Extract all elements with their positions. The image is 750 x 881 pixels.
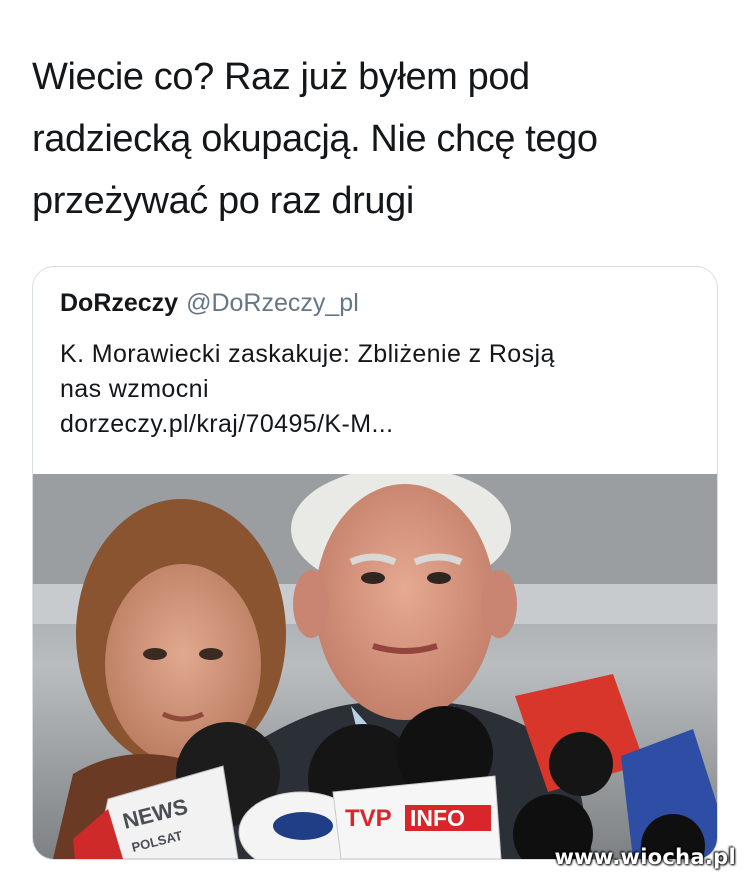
quoted-headline-line: nas wzmocni (60, 375, 209, 403)
tweet-text-line: przeżywać po raz drugi (32, 180, 414, 222)
quoted-author-handle[interactable]: @DoRzeczy_pl (186, 289, 359, 317)
site-watermark: www.wiocha.pl (554, 845, 736, 869)
tweet-text-line: radziecką okupacją. Nie chcę tego (32, 118, 598, 160)
tweet-text: Wiecie co? Raz już byłem pod radziecką o… (32, 46, 722, 232)
quoted-headline-line: K. Morawiecki zaskakuje: Zbliżenie z Ros… (60, 340, 555, 368)
quoted-author-name[interactable]: DoRzeczy (60, 289, 178, 317)
quoted-tweet-body: K. Morawiecki zaskakuje: Zbliżenie z Ros… (60, 337, 700, 442)
tweet-text-line: Wiecie co? Raz już byłem pod (32, 56, 530, 98)
info-mic-label: INFO (410, 805, 465, 831)
quoted-link[interactable]: dorzeczy.pl/kraj/70495/K-M... (60, 407, 700, 442)
quoted-tweet-header: DoRzeczy @DoRzeczy_pl (60, 289, 359, 318)
quoted-tweet-photo[interactable]: NEWS POLSAT TVP INFO (33, 474, 717, 859)
quoted-tweet-card[interactable]: DoRzeczy @DoRzeczy_pl K. Morawiecki zaska… (32, 266, 718, 860)
tvp-mic-label: TVP (345, 805, 392, 832)
